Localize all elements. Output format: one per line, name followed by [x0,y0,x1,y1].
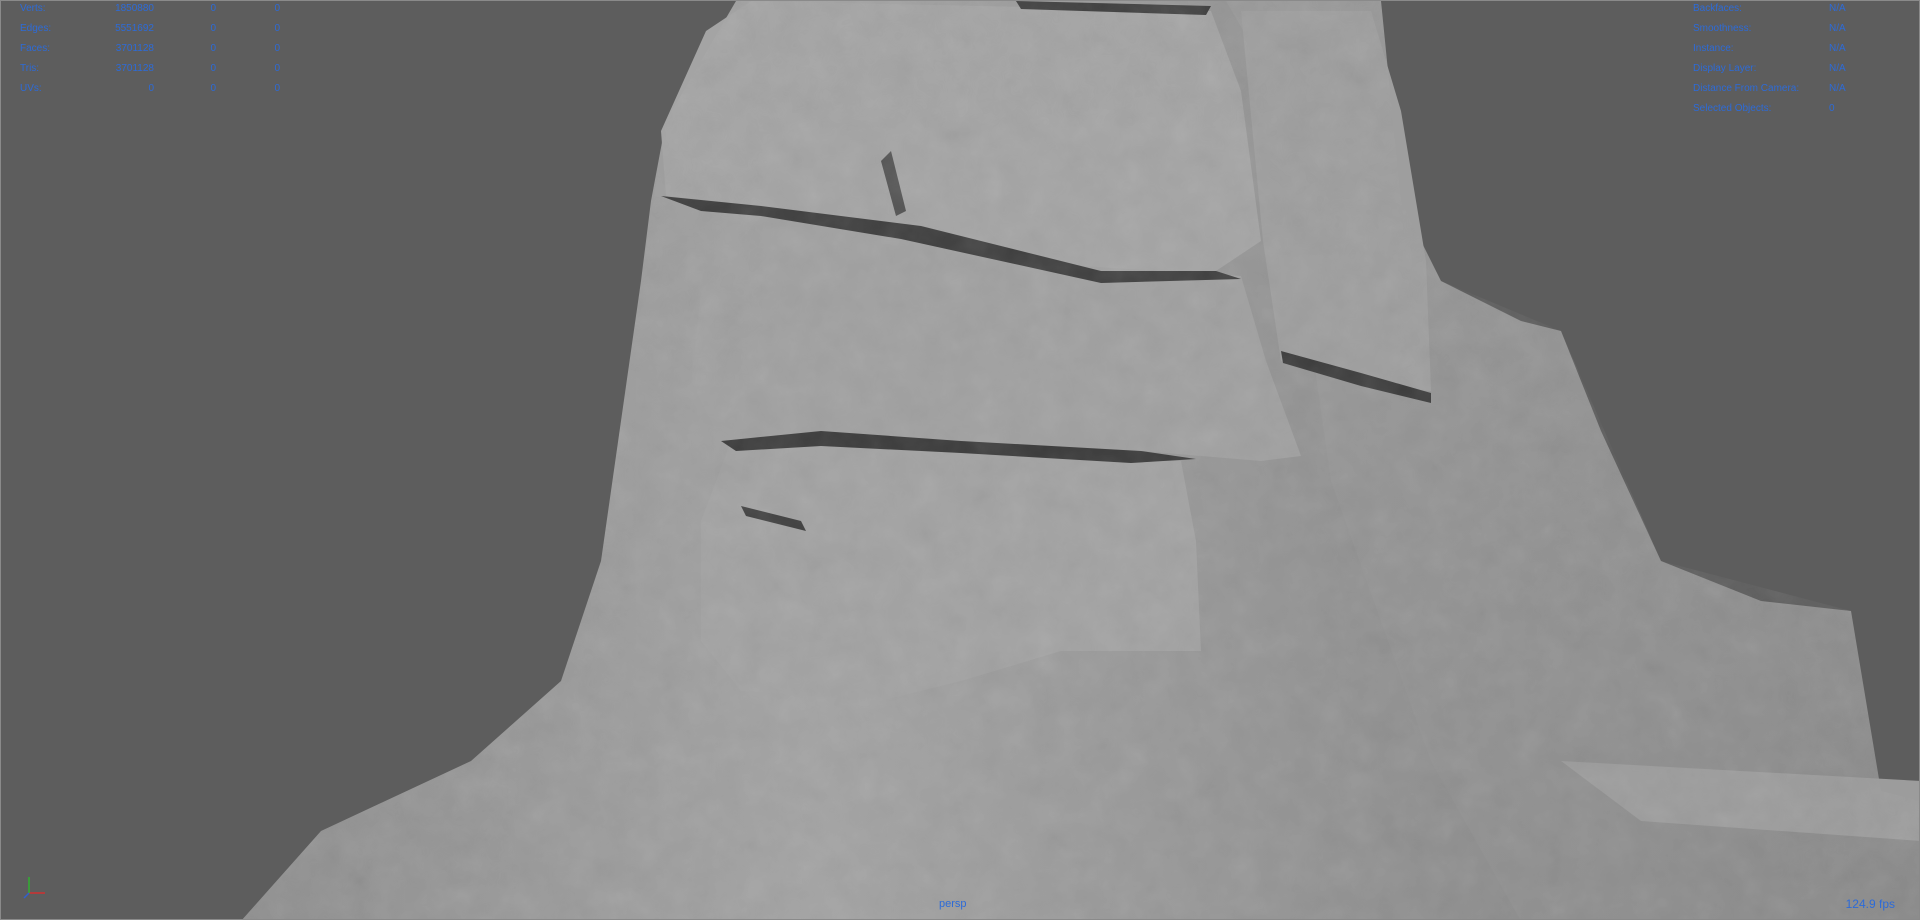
uvs-third: 0 [274,83,280,94]
display-layer-value: N/A [1829,63,1846,74]
uvs-total: 0 [148,83,154,94]
edges-third: 0 [274,23,280,34]
faces-total: 3701128 [115,43,154,54]
hud-row-instance: Instance: N/A [1693,39,1846,59]
hud-row-uvs: UVs: 0 0 0 [20,79,280,99]
hud-row-display-layer: Display Layer: N/A [1693,59,1846,79]
poly-count-hud: Verts: 1850880 0 0 Edges: 5551692 0 0 Fa… [20,1,280,99]
hud-row-backfaces: Backfaces: N/A [1693,1,1846,19]
hud-row-distance: Distance From Camera: N/A [1693,79,1846,99]
tris-label: Tris: [20,63,40,74]
hud-row-tris: Tris: 3701128 0 0 [20,59,280,79]
edges-total: 5551692 [115,23,154,34]
frame-rate-label: 124.9 fps [1845,897,1895,911]
hud-row-selected-objects: Selected Objects: 0 [1693,99,1843,119]
faces-selected: 0 [210,43,216,54]
instance-label: Instance: [1693,43,1734,54]
hud-row-smoothness: Smoothness: N/A [1693,19,1846,39]
backfaces-label: Backfaces: [1693,3,1742,14]
axis-gizmo-icon [23,877,45,899]
tris-total: 3701128 [115,63,154,74]
verts-label: Verts: [20,3,46,14]
selected-objects-label: Selected Objects: [1693,103,1772,114]
faces-third: 0 [274,43,280,54]
faces-label: Faces: [20,43,51,54]
instance-value: N/A [1829,43,1846,54]
hud-row-faces: Faces: 3701128 0 0 [20,39,280,59]
edges-selected: 0 [210,23,216,34]
edges-label: Edges: [20,23,52,34]
uvs-selected: 0 [210,83,216,94]
camera-name-label: persp [939,898,967,910]
backfaces-value: N/A [1829,3,1846,14]
smoothness-value: N/A [1829,23,1846,34]
object-info-hud: Backfaces: N/A Smoothness: N/A Instance:… [1693,1,1846,119]
rock-mesh-render[interactable] [1,1,1920,920]
uvs-label: UVs: [20,83,42,94]
verts-selected: 0 [210,3,216,14]
verts-total: 1850880 [115,3,154,14]
tris-third: 0 [274,63,280,74]
distance-label: Distance From Camera: [1693,83,1800,94]
distance-value: N/A [1829,83,1846,94]
selected-objects-value: 0 [1829,103,1835,114]
smoothness-label: Smoothness: [1693,23,1752,34]
verts-third: 0 [274,3,280,14]
tris-selected: 0 [210,63,216,74]
display-layer-label: Display Layer: [1693,63,1757,74]
perspective-viewport[interactable]: Verts: 1850880 0 0 Edges: 5551692 0 0 Fa… [0,0,1920,920]
surface-detail [1,1,1920,920]
hud-row-edges: Edges: 5551692 0 0 [20,19,280,39]
hud-row-verts: Verts: 1850880 0 0 [20,1,280,19]
